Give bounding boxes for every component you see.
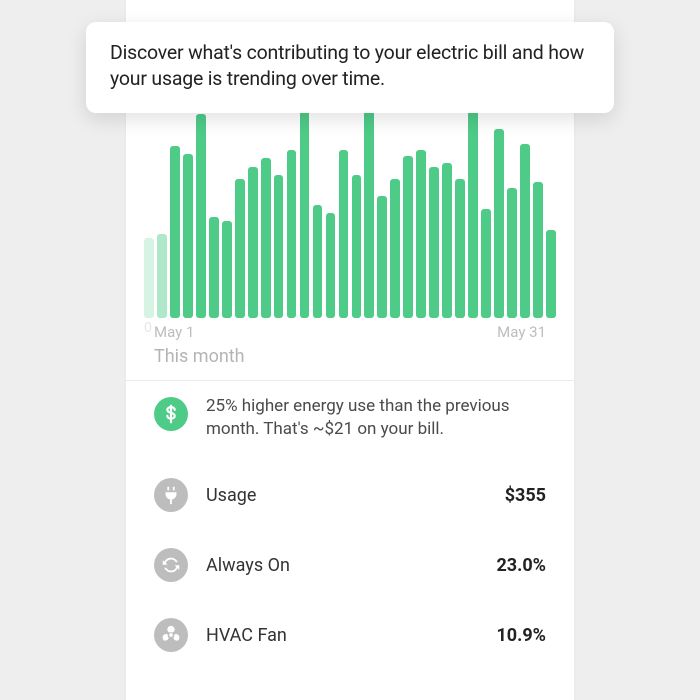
axis-end-label: May 31 [497, 323, 546, 341]
summary-row: 25% higher energy use than the previous … [126, 395, 574, 441]
x-axis-labels: May 1 May 31 [154, 320, 546, 344]
list-item-hvac-fan[interactable]: HVAC Fan 10.9% [154, 600, 546, 670]
list-value: $355 [505, 485, 546, 506]
chart-bar [403, 156, 413, 318]
chart-bar [377, 196, 387, 318]
chart-bar [287, 150, 297, 318]
chart-bar [157, 234, 167, 318]
chart-bar [468, 108, 478, 318]
chart-bar [352, 175, 362, 318]
chart-bar [364, 108, 374, 318]
list-item-always-on[interactable]: Always On 23.0% [154, 530, 546, 600]
fan-icon [154, 618, 188, 652]
chart-bar [326, 213, 336, 318]
chart-bar [533, 182, 543, 319]
list-label: HVAC Fan [206, 625, 478, 646]
chart-bar [429, 167, 439, 318]
chart-bar [390, 179, 400, 318]
chart-bar [248, 167, 258, 318]
info-tooltip: Discover what's contributing to your ele… [86, 22, 614, 113]
chart-bar [546, 230, 556, 318]
list-value: 10.9% [496, 625, 546, 646]
cycle-icon [154, 548, 188, 582]
chart-bar [235, 179, 245, 318]
chart-bar [313, 205, 323, 318]
chart-bar [494, 129, 504, 318]
chart-bar [222, 221, 232, 318]
chart-bar [261, 158, 271, 318]
chart-bar [442, 163, 452, 318]
axis-start-label: May 1 [154, 323, 194, 341]
chart-bar [481, 209, 491, 318]
axis-zero: 0 [144, 320, 152, 336]
list-label: Always On [206, 555, 478, 576]
chart-bar [416, 150, 426, 318]
list-item-usage[interactable]: Usage $355 [154, 460, 546, 530]
chart-bar [144, 238, 154, 318]
chart-bar [183, 154, 193, 318]
chart-bar [196, 114, 206, 318]
summary-text: 25% higher energy use than the previous … [206, 395, 546, 441]
divider [126, 380, 574, 381]
list-value: 23.0% [496, 555, 546, 576]
usage-bar-chart [144, 108, 556, 318]
breakdown-list: Usage $355 Always On 23.0% HVAC Fan 10.9… [126, 460, 574, 670]
list-label: Usage [206, 485, 487, 506]
chart-bar [300, 108, 310, 318]
chart-bar [507, 188, 517, 318]
dollar-icon [154, 397, 188, 431]
chart-bar [170, 146, 180, 318]
chart-bar [455, 179, 465, 318]
chart-bar [209, 217, 219, 318]
chart-bar [339, 150, 349, 318]
chart-bar [274, 175, 284, 318]
chart-bar [520, 144, 530, 318]
period-label: This month [154, 346, 245, 367]
plug-icon [154, 478, 188, 512]
tooltip-text: Discover what's contributing to your ele… [110, 40, 590, 93]
